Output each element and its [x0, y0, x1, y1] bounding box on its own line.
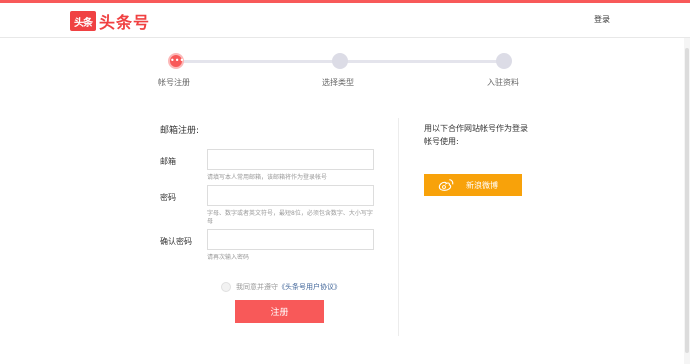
step-2-label: 选择类型 — [322, 78, 354, 87]
weibo-icon — [438, 179, 454, 191]
email-input[interactable] — [207, 149, 374, 170]
step-2-dot — [332, 53, 348, 69]
logo-badge: 头条 — [70, 11, 96, 31]
scrollbar[interactable] — [684, 38, 690, 364]
vertical-divider — [398, 118, 399, 336]
partner-login-text: 用以下合作网站帐号作为登录帐号使用: — [424, 124, 528, 146]
user-agreement-link[interactable]: 《头条号用户协议》 — [278, 282, 341, 292]
header: 头条 头条号 登录 — [0, 3, 690, 38]
step-3-dot — [496, 53, 512, 69]
register-button[interactable]: 注册 — [235, 300, 324, 323]
agree-checkbox[interactable] — [221, 282, 231, 292]
confirm-password-hint: 请再次输入密码 — [207, 254, 250, 261]
password-input[interactable] — [207, 185, 374, 206]
weibo-login-button[interactable]: 新浪微博 — [424, 174, 522, 196]
logo[interactable]: 头条 头条号 — [70, 11, 151, 32]
step-3-label: 入驻资料 — [487, 78, 519, 87]
logo-text: 头条号 — [99, 13, 151, 32]
email-label: 邮箱 — [160, 157, 176, 166]
scrollbar-thumb[interactable] — [685, 48, 689, 353]
confirm-password-label: 确认密码 — [160, 237, 192, 246]
login-link[interactable]: 登录 — [594, 14, 610, 25]
email-hint: 请填写本人常用邮箱，该邮箱将作为登录帐号 — [207, 174, 328, 181]
confirm-password-input[interactable] — [207, 229, 374, 250]
step-1-label: 帐号注册 — [158, 78, 190, 87]
agreement-row: 我同意并遵守 《头条号用户协议》 — [221, 282, 341, 292]
step-1-dot: ••• — [168, 53, 184, 69]
weibo-label: 新浪微博 — [466, 180, 498, 190]
password-hint: 字母、数字或者英文符号，最短8位，必须包含数字、大小写字母 — [207, 210, 373, 225]
email-register-title: 邮箱注册: — [160, 126, 200, 136]
agree-text: 我同意并遵守 — [236, 283, 278, 291]
password-label: 密码 — [160, 193, 176, 202]
